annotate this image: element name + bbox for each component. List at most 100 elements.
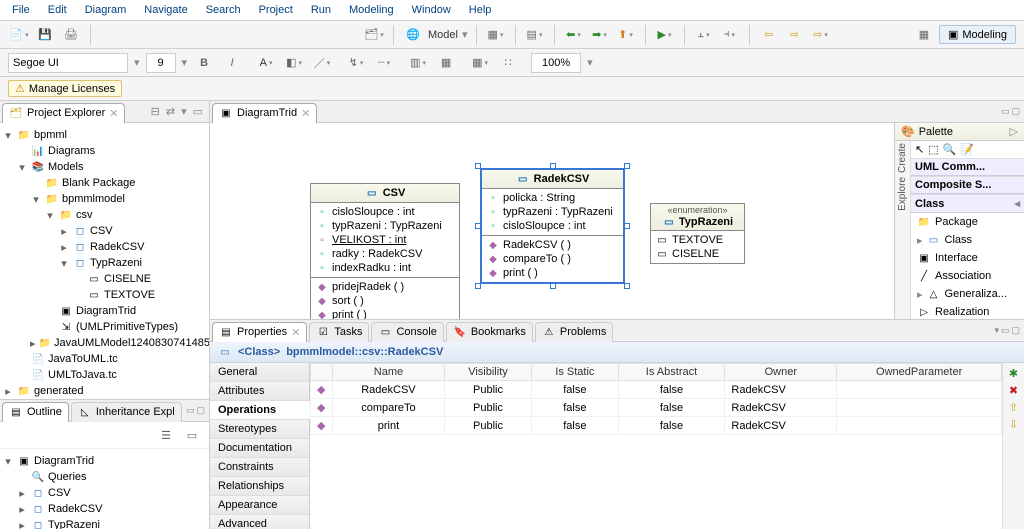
cat-documentation[interactable]: Documentation xyxy=(210,439,309,458)
menu-window[interactable]: Window xyxy=(404,2,459,18)
align-icon[interactable]: ⫠ xyxy=(693,24,715,46)
minimize-icon[interactable]: ▭ xyxy=(186,405,195,416)
arrow-right2-icon[interactable]: ⇨ xyxy=(810,24,832,46)
tree-typrazeni[interactable]: TypRazeni xyxy=(90,257,142,269)
menu-icon[interactable]: ▾ xyxy=(179,105,189,118)
menu-edit[interactable]: Edit xyxy=(40,2,75,18)
tab-console[interactable]: ▭Console xyxy=(371,322,443,342)
radek-op[interactable]: compareTo ( ) xyxy=(503,253,571,265)
tree-bpmmlmodel[interactable]: bpmmlmodel xyxy=(62,193,125,205)
collapse-icon[interactable]: ⊟ xyxy=(149,105,162,118)
typ-literal[interactable]: CISELNE xyxy=(672,248,719,260)
model-label[interactable]: Model xyxy=(428,29,458,41)
arrange-icon[interactable]: ▥ xyxy=(407,52,429,74)
tree-textove[interactable]: TEXTOVE xyxy=(104,289,155,301)
palette-composite[interactable]: Composite S... xyxy=(915,179,991,191)
menu-file[interactable]: File xyxy=(4,2,38,18)
tree-umlprim[interactable]: (UMLPrimitiveTypes) xyxy=(76,321,178,333)
radek-attr[interactable]: typRazeni : TypRazeni xyxy=(503,206,613,218)
outline-overview-icon[interactable]: ▭ xyxy=(181,424,203,446)
cat-attributes[interactable]: Attributes xyxy=(210,382,309,401)
note-tool-icon[interactable]: 📝 xyxy=(960,143,974,156)
cat-general[interactable]: General xyxy=(210,363,309,382)
csv-op[interactable]: pridejRadek ( ) xyxy=(332,281,404,293)
table-row[interactable]: ◆RadekCSVPublicfalsefalse RadekCSV xyxy=(311,381,1002,399)
uml-class-csv[interactable]: ▭CSV ▫cisloSloupce : int ▫typRazeni : Ty… xyxy=(310,183,460,319)
csv-op[interactable]: sort ( ) xyxy=(332,295,364,307)
view-menu-icon[interactable]: ▾ xyxy=(994,325,999,336)
palette-group-explore[interactable]: Explore xyxy=(895,175,910,213)
snap-icon[interactable]: ∷ xyxy=(497,52,519,74)
close-icon[interactable]: ✕ xyxy=(301,107,310,120)
palette-item-package[interactable]: 📁Package xyxy=(911,213,1024,231)
tree-models[interactable]: Models xyxy=(48,161,83,173)
add-icon[interactable]: ✱ xyxy=(1009,367,1018,380)
tree-root[interactable]: bpmml xyxy=(34,129,67,141)
col-isstatic[interactable]: Is Static xyxy=(532,364,619,381)
csv-attr[interactable]: radky : RadekCSV xyxy=(332,248,422,260)
csv-attr[interactable]: typRazeni : TypRazeni xyxy=(332,220,442,232)
csv-attr[interactable]: cisloSloupce : int xyxy=(332,206,415,218)
up-icon[interactable]: ⇧ xyxy=(1009,401,1018,414)
grid-icon[interactable]: ▦ xyxy=(469,52,491,74)
minimize-icon[interactable]: ▭ xyxy=(1001,325,1010,336)
linestyle-icon[interactable]: ┄ xyxy=(373,52,395,74)
tab-inheritance[interactable]: ◺ Inheritance Expl xyxy=(71,402,182,422)
table-row[interactable]: ◆compareToPublicfalsefalse RadekCSV xyxy=(311,399,1002,417)
palette-group-create[interactable]: Create xyxy=(895,141,910,175)
nav-back-icon[interactable]: ⬅ xyxy=(563,24,585,46)
tab-tasks[interactable]: ☑Tasks xyxy=(309,322,369,342)
maximize-icon[interactable]: ▢ xyxy=(1011,325,1020,336)
manage-licenses-button[interactable]: ⚠ Manage Licenses xyxy=(8,80,122,97)
close-icon[interactable]: ✕ xyxy=(109,107,118,120)
radek-attr[interactable]: policka : String xyxy=(503,192,575,204)
cat-operations[interactable]: Operations xyxy=(210,401,310,420)
tab-properties[interactable]: ▤Properties✕ xyxy=(212,322,307,342)
outline-tree-icon[interactable]: ☰ xyxy=(155,424,177,446)
arrow-left-icon[interactable]: ⇦ xyxy=(758,24,780,46)
minimize-icon[interactable]: ▭ xyxy=(1001,106,1010,117)
typ-literal[interactable]: TEXTOVE xyxy=(672,234,723,246)
menu-run[interactable]: Run xyxy=(303,2,339,18)
outline-tree[interactable]: ▾▣DiagramTrid 🔍Queries ▸◻CSV ▸◻RadekCSV … xyxy=(0,449,209,529)
cat-advanced[interactable]: Advanced xyxy=(210,515,309,529)
zoom-tool-icon[interactable]: 🔍 xyxy=(943,143,957,156)
palette-item-realization[interactable]: ▷Realization xyxy=(911,303,1024,319)
router-icon[interactable]: ↯ xyxy=(345,52,367,74)
menu-project[interactable]: Project xyxy=(251,2,301,18)
arrow-right-icon[interactable]: ⇨ xyxy=(784,24,806,46)
link-icon[interactable]: ⇄ xyxy=(164,105,177,118)
save-icon[interactable]: 💾 xyxy=(34,24,56,46)
maximize-icon[interactable]: ▢ xyxy=(196,405,205,416)
bold-icon[interactable]: B xyxy=(193,52,215,74)
cat-stereotypes[interactable]: Stereotypes xyxy=(210,420,309,439)
outline-typ[interactable]: TypRazeni xyxy=(48,519,100,529)
cat-relationships[interactable]: Relationships xyxy=(210,477,309,496)
col-isabstract[interactable]: Is Abstract xyxy=(618,364,725,381)
tab-problems[interactable]: ⚠Problems xyxy=(535,322,613,342)
line-color-icon[interactable]: ／ xyxy=(311,52,333,74)
cat-constraints[interactable]: Constraints xyxy=(210,458,309,477)
tree-ciselne[interactable]: CISELNE xyxy=(104,273,151,285)
down-icon[interactable]: ⇩ xyxy=(1009,418,1018,431)
model-icon[interactable]: 🌐 xyxy=(402,24,424,46)
tree-icon[interactable]: 🗂 xyxy=(363,24,385,46)
layout-icon[interactable]: ▦ xyxy=(485,24,507,46)
operations-table[interactable]: Name Visibility Is Static Is Abstract Ow… xyxy=(310,363,1002,529)
palette-item-association[interactable]: ╱Association xyxy=(911,267,1024,285)
tab-outline[interactable]: ▤ Outline xyxy=(2,402,69,422)
menu-navigate[interactable]: Navigate xyxy=(136,2,195,18)
tree-javauml[interactable]: JavaUMLModel1240830741485 xyxy=(54,337,209,349)
radek-attr[interactable]: cisloSloupce : int xyxy=(503,220,586,232)
font-family-input[interactable] xyxy=(8,53,128,73)
palette-item-generalization[interactable]: ▸△Generaliza... xyxy=(911,285,1024,303)
run-icon[interactable]: ▶ xyxy=(654,24,676,46)
tree-csv-pkg[interactable]: csv xyxy=(76,209,93,221)
col-ownedparam[interactable]: OwnedParameter xyxy=(837,364,1002,381)
nav-up-icon[interactable]: ⬆ xyxy=(615,24,637,46)
filter-icon[interactable]: ▤ xyxy=(524,24,546,46)
menu-help[interactable]: Help xyxy=(461,2,500,18)
open-perspective-icon[interactable]: ▦ xyxy=(913,24,935,46)
print-icon[interactable]: 🖨 xyxy=(60,24,82,46)
close-icon[interactable]: ✕ xyxy=(291,326,300,339)
